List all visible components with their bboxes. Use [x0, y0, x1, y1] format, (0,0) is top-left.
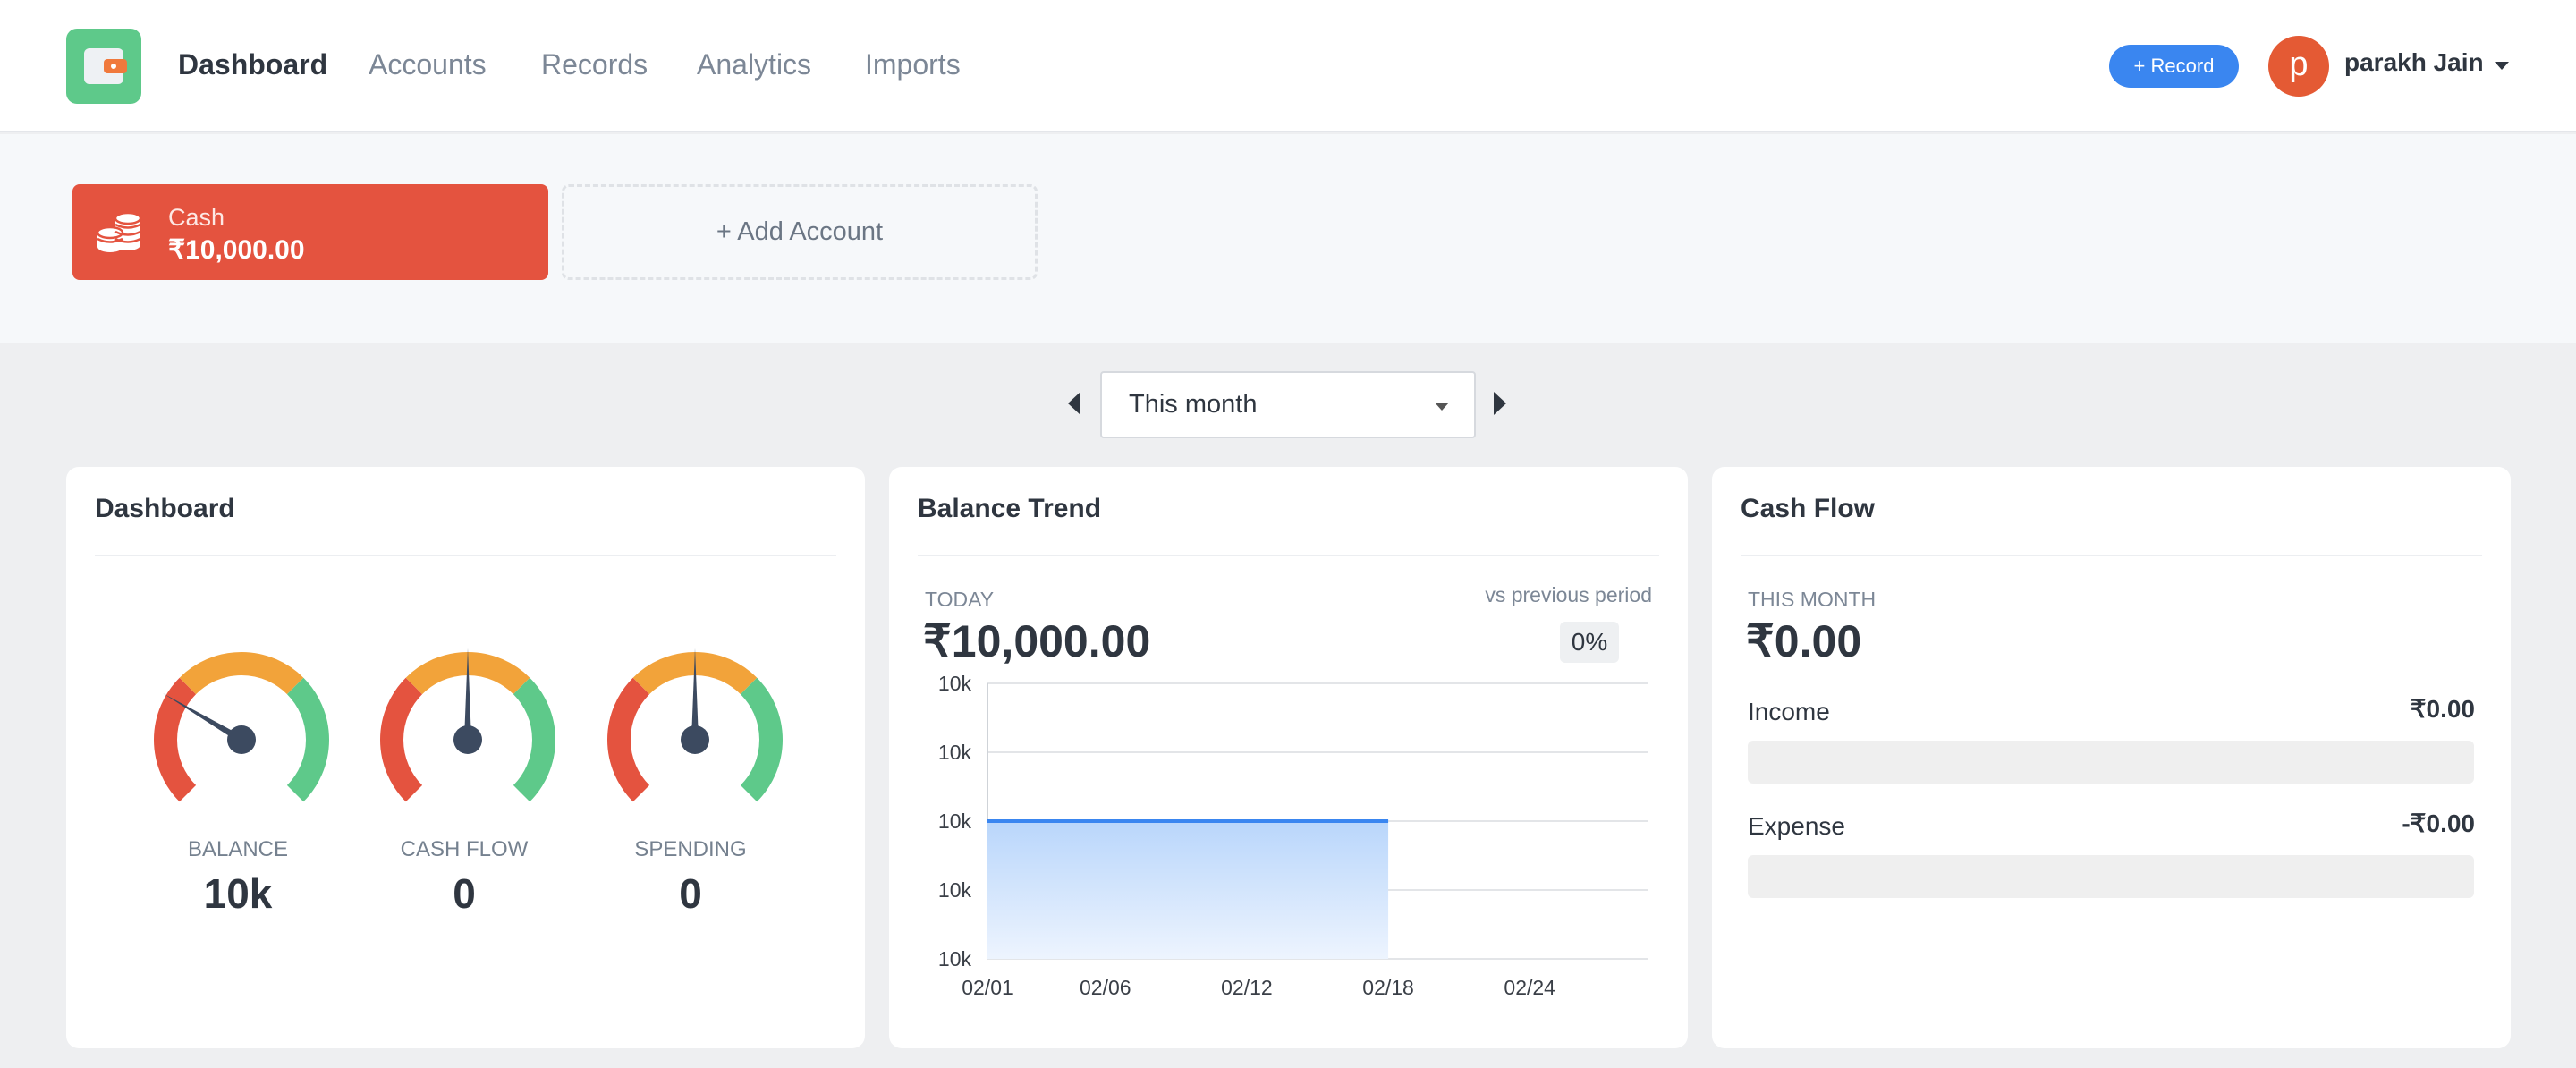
x-tick-label: 02/18 [1362, 976, 1414, 999]
cash-flow-gauge [380, 648, 555, 802]
avatar[interactable]: p [2268, 36, 2329, 97]
cash-flow-total: ₹0.00 [1746, 616, 1862, 666]
income-amount: ₹0.00 [2410, 695, 2475, 723]
account-name: Cash [168, 204, 225, 231]
divider [918, 555, 1659, 556]
expense-amount: -₹0.00 [2402, 809, 2475, 837]
nav-imports[interactable]: Imports [865, 47, 961, 82]
gauge-hub [453, 725, 482, 754]
accounts-strip: Cash ₹10,000.00 + Add Account [0, 134, 2576, 343]
gauge-green-segment [740, 677, 783, 802]
gauge-green-segment [513, 677, 555, 802]
expense-bar [1748, 855, 2474, 898]
nav-analytics[interactable]: Analytics [697, 47, 811, 82]
add-record-button[interactable]: + Record [2109, 45, 2239, 88]
chevron-down-icon[interactable] [2495, 62, 2509, 70]
y-tick-label: 10k [938, 741, 972, 764]
card-title: Cash Flow [1741, 494, 1876, 523]
today-label: TODAY [925, 588, 995, 611]
period-label: THIS MONTH [1748, 588, 1877, 611]
y-tick-label: 10k [938, 878, 972, 902]
y-tick-label: 10k [938, 809, 972, 833]
spending-gauge [607, 648, 783, 802]
x-tick-label: 02/06 [1080, 976, 1131, 999]
gauge-hub [227, 725, 256, 754]
dashboard-card: Dashboard BALANCE 10k CASH FLOW 0 SPENDI… [66, 467, 865, 1048]
cash-flow-card: Cash Flow THIS MONTH ₹0.00 Income ₹0.00 … [1712, 467, 2511, 1048]
vs-previous-label: vs previous period [1485, 583, 1652, 606]
user-name[interactable]: parakh Jain [2344, 48, 2484, 77]
gauge-hub [681, 725, 709, 754]
gauge-label: BALANCE [187, 837, 289, 861]
balance-trend-chart: 10k 10k 10k 10k 10k 02/01 02/06 02/12 02/18 02/24 [938, 672, 1648, 999]
gauge-orange-segment [179, 652, 304, 695]
nav-dashboard[interactable]: Dashboard [178, 47, 327, 82]
nav-accounts[interactable]: Accounts [369, 47, 487, 82]
period-select[interactable]: This month [1100, 371, 1476, 438]
gauge-green-segment [286, 677, 329, 802]
account-balance: ₹10,000.00 [168, 235, 305, 265]
account-card-cash[interactable]: Cash ₹10,000.00 [72, 184, 548, 280]
balance-area [987, 821, 1389, 959]
card-title: Balance Trend [918, 494, 1102, 523]
balance-gauge [154, 652, 329, 802]
x-tick-label: 02/01 [962, 976, 1013, 999]
divider [95, 555, 836, 556]
gauge-label: CASH FLOW [400, 837, 529, 861]
nav-records[interactable]: Records [541, 47, 648, 82]
next-period-arrow-icon[interactable] [1494, 392, 1506, 415]
y-tick-label: 10k [938, 672, 972, 695]
y-tick-label: 10k [938, 947, 972, 971]
x-tick-label: 02/12 [1221, 976, 1273, 999]
add-account-button[interactable]: + Add Account [562, 184, 1038, 280]
today-balance: ₹10,000.00 [923, 616, 1151, 666]
previous-period-arrow-icon[interactable] [1068, 392, 1080, 415]
card-title: Dashboard [95, 494, 235, 523]
gauge-label: SPENDING [634, 837, 747, 861]
top-navbar: Dashboard Accounts Records Analytics Imp… [0, 0, 2576, 132]
balance-trend-card: Balance Trend TODAY ₹10,000.00 vs previo… [889, 467, 1688, 1048]
income-bar [1748, 741, 2474, 784]
gauge-red-segment [380, 677, 423, 802]
gauge-red-segment [607, 677, 650, 802]
coins-icon [96, 211, 142, 252]
divider [1741, 555, 2482, 556]
x-tick-label: 02/24 [1504, 976, 1555, 999]
gauge-value: 10k [203, 870, 273, 917]
wallet-logo-icon[interactable] [66, 29, 141, 104]
period-select-value: This month [1129, 390, 1258, 419]
change-badge: 0% [1560, 622, 1619, 663]
chevron-down-icon [1435, 403, 1449, 411]
expense-label: Expense [1748, 812, 1845, 840]
gauge-red-segment [154, 677, 197, 802]
income-label: Income [1748, 698, 1830, 725]
gauge-value: 0 [453, 870, 476, 917]
gauge-value: 0 [679, 870, 702, 917]
